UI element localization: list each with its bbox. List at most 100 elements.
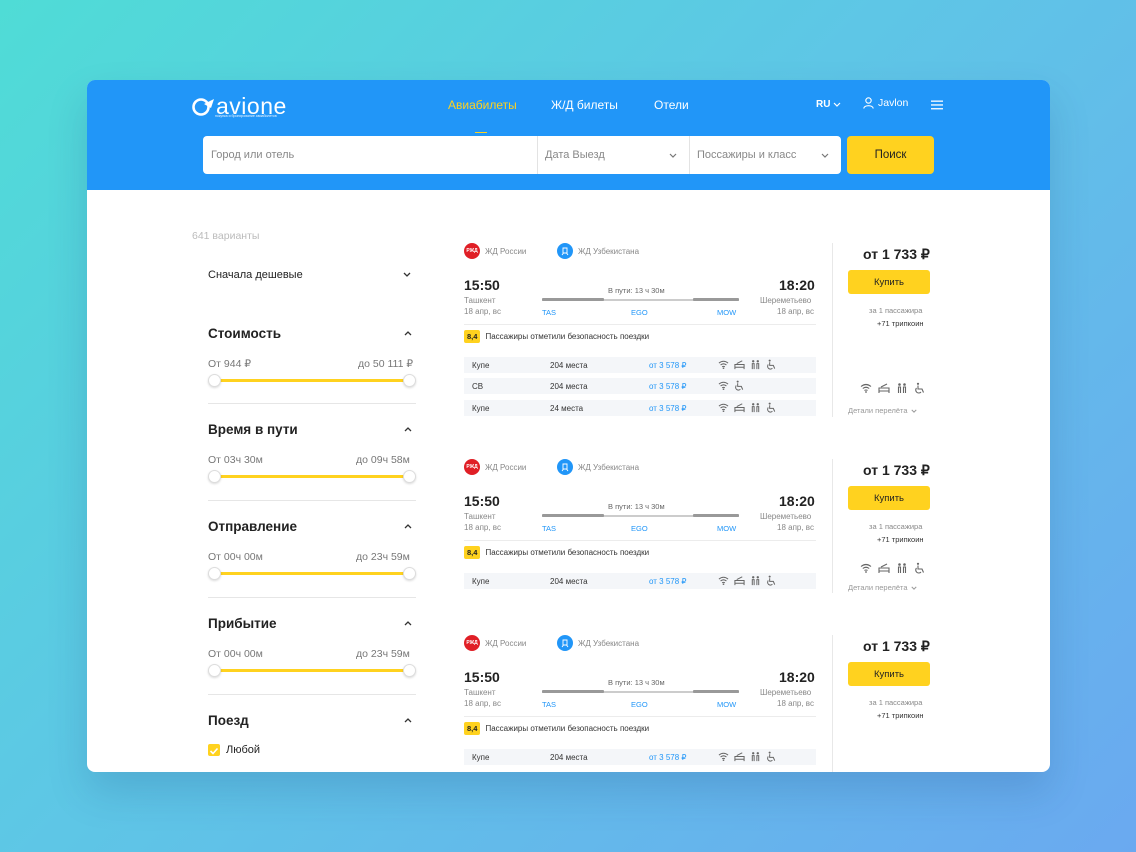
filter-departure-to: до 23ч 59м	[356, 551, 410, 563]
slider-max-handle[interactable]	[403, 470, 416, 483]
rating-text: Пассажиры отметили безопасность поездки	[485, 332, 650, 341]
carrier-name: ЖД Узбекистана	[578, 638, 640, 648]
arrival-time: 18:20	[779, 669, 815, 685]
class-price[interactable]: от 3 578 ₽	[649, 404, 687, 413]
bed-icon	[734, 752, 745, 762]
filter-arrival-title[interactable]: Прибытие	[208, 616, 277, 631]
filter-price-title[interactable]: Стоимость	[208, 326, 281, 341]
ticket-price: от 1 733 ₽	[863, 638, 930, 654]
class-row[interactable]: Купе 24 места от 3 578 ₽	[464, 400, 816, 416]
city-input[interactable]: Город или отель	[211, 136, 531, 174]
family-icon	[751, 360, 760, 370]
arrival-slider-track[interactable]	[214, 669, 410, 672]
carrier-rzd: РЖД ЖД России	[464, 459, 526, 475]
filter-duration-to: до 09ч 58м	[356, 454, 410, 466]
slider-max-handle[interactable]	[403, 664, 416, 677]
seats-count: 204 места	[550, 382, 588, 391]
hamburger-menu-icon[interactable]	[931, 100, 943, 110]
family-icon	[897, 383, 907, 393]
filter-duration-title[interactable]: Время в пути	[208, 422, 298, 437]
slider-max-handle[interactable]	[403, 567, 416, 580]
plane-logo-icon	[192, 98, 214, 116]
departure-city: Ташкент	[464, 688, 496, 697]
nav-hotels[interactable]: Отели	[654, 98, 689, 112]
ticket-price: от 1 733 ₽	[863, 246, 930, 262]
slider-min-handle[interactable]	[208, 567, 221, 580]
uzb-railways-logo	[557, 635, 573, 651]
slider-min-handle[interactable]	[208, 470, 221, 483]
class-row[interactable]: Купе 204 места от 3 578 ₽	[464, 573, 816, 589]
buy-button[interactable]: Купить	[848, 270, 930, 294]
result-card: РЖД ЖД России ЖД Узбекистана 15:50 Ташке…	[464, 635, 934, 772]
per-passenger: за 1 пассажира	[869, 698, 923, 707]
details-label: Детали перелёта	[848, 406, 908, 415]
divider	[689, 136, 690, 174]
class-price[interactable]: от 3 578 ₽	[649, 361, 687, 370]
details-label: Детали перелёта	[848, 583, 908, 592]
class-row[interactable]: Купе 204 места от 3 578 ₽	[464, 749, 816, 765]
filter-train-title[interactable]: Поезд	[208, 713, 249, 728]
carrier-name: ЖД России	[485, 462, 527, 472]
station-code: TAS	[542, 700, 557, 709]
carrier-rzd: РЖД ЖД России	[464, 243, 526, 259]
slider-min-handle[interactable]	[208, 664, 221, 677]
wifi-icon	[718, 576, 729, 585]
class-price[interactable]: от 3 578 ₽	[649, 577, 687, 586]
wheelchair-icon	[767, 402, 776, 413]
chevron-down-icon	[834, 102, 841, 107]
carrier-uzb: ЖД Узбекистана	[557, 635, 639, 651]
user-menu[interactable]: Javlon	[863, 97, 908, 109]
chevron-up-icon[interactable]	[404, 718, 412, 723]
class-row[interactable]: СВ 204 места от 3 578 ₽	[464, 378, 816, 394]
departure-city: Ташкент	[464, 512, 496, 521]
nav-flights[interactable]: Авиабилеты	[448, 98, 517, 112]
chevron-up-icon[interactable]	[404, 427, 412, 432]
flight-details-link[interactable]: Детали перелёта	[848, 406, 917, 415]
class-price[interactable]: от 3 578 ₽	[649, 753, 687, 762]
station-code: MOW	[717, 524, 737, 533]
nav-active-indicator	[475, 132, 487, 133]
arrival-date: 18 апр, вс	[777, 523, 814, 532]
station-code: TAS	[542, 524, 557, 533]
duration-slider-track[interactable]	[214, 475, 410, 478]
amenities	[718, 380, 745, 391]
train-any-label: Любой	[226, 744, 261, 756]
wifi-icon	[718, 381, 729, 390]
sort-select[interactable]: Сначала дешевые	[208, 269, 303, 281]
chevron-up-icon[interactable]	[404, 524, 412, 529]
slider-min-handle[interactable]	[208, 374, 221, 387]
per-passenger: за 1 пассажира	[869, 306, 923, 315]
departure-time: 15:50	[464, 493, 500, 509]
flight-details-link[interactable]: Детали перелёта	[848, 583, 917, 592]
class-row[interactable]: Купе 204 места от 3 578 ₽	[464, 357, 816, 373]
passengers-placeholder: Поссажиры и класс	[697, 149, 797, 161]
nav-trains[interactable]: Ж/Д билеты	[551, 98, 618, 112]
rzd-logo: РЖД	[464, 459, 480, 475]
class-price[interactable]: от 3 578 ₽	[649, 382, 687, 391]
family-icon	[897, 563, 907, 573]
passengers-select[interactable]: Поссажиры и класс	[697, 136, 837, 174]
train-any-checkbox[interactable]	[208, 744, 220, 756]
buy-button[interactable]: Купить	[848, 662, 930, 686]
slider-max-handle[interactable]	[403, 374, 416, 387]
wifi-icon	[860, 383, 872, 393]
departure-time: 15:50	[464, 669, 500, 685]
language-label: RU	[816, 99, 831, 110]
chevron-up-icon[interactable]	[404, 331, 412, 336]
chevron-down-icon[interactable]	[403, 272, 411, 277]
filter-departure-title[interactable]: Отправление	[208, 519, 297, 534]
language-selector[interactable]: RU	[816, 99, 841, 110]
route-segment	[693, 690, 739, 693]
results-count: 641 варианты	[192, 230, 260, 242]
chevron-up-icon[interactable]	[404, 621, 412, 626]
wheelchair-icon	[915, 562, 925, 574]
search-button[interactable]: Поиск	[847, 136, 934, 174]
departure-slider-track[interactable]	[214, 572, 410, 575]
carrier-name: ЖД России	[485, 246, 527, 256]
amenities	[718, 751, 777, 762]
buy-button[interactable]: Купить	[848, 486, 930, 510]
price-slider-track[interactable]	[214, 379, 410, 382]
safety-rating: 8,4 Пассажиры отметили безопасность поез…	[464, 330, 649, 343]
date-select[interactable]: Дата Выезд	[545, 136, 689, 174]
filter-arrival-to: до 23ч 59м	[356, 648, 410, 660]
